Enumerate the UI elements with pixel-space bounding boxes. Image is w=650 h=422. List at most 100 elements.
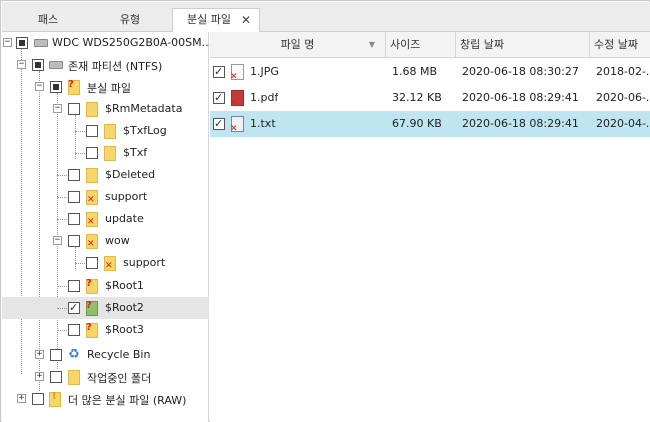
file-row-pdf[interactable]: ✕ 1.pdf 32.12 KB 2020-06-18 08:29:41 202…: [210, 85, 650, 111]
tree-item-label: 더 많은 분실 파일 (RAW): [68, 394, 187, 407]
tree-checkbox[interactable]: [86, 147, 98, 159]
folder-icon: [104, 124, 116, 139]
tree-row-txflog[interactable]: $TxfLog: [2, 120, 209, 142]
lost-folder-icon: ?: [68, 80, 80, 95]
tree-checkbox[interactable]: [50, 349, 62, 361]
folder-icon: [86, 102, 98, 117]
tree-checkbox[interactable]: [32, 59, 44, 71]
tree-checkbox[interactable]: [86, 257, 98, 269]
tree-row-txf[interactable]: $Txf: [2, 142, 209, 164]
collapse-icon[interactable]: −: [17, 60, 26, 69]
tab-type-label: 유형: [119, 13, 141, 26]
file-list: 파일 명 ▼ 사이즈 창립 날짜 수정 날짜 ✕ 1.JPG 1.68 MB 2…: [210, 32, 650, 422]
tree-checkbox[interactable]: [50, 371, 62, 383]
tab-lost-files[interactable]: 분실 파일 ✕: [172, 8, 260, 33]
tree-item-label: $Root1: [105, 279, 144, 292]
tree-row-wow[interactable]: − ✕ wow: [2, 230, 209, 252]
tree-item-label: $Deleted: [105, 168, 156, 181]
tree-row-root2[interactable]: ? $Root2: [2, 297, 209, 319]
tree-row-support[interactable]: ✕ support: [2, 186, 209, 208]
file-checkbox[interactable]: [213, 65, 225, 78]
close-icon[interactable]: ✕: [241, 9, 251, 31]
column-header-modified[interactable]: 수정 날짜: [590, 32, 650, 58]
tree-row-disk[interactable]: − WDC WDS250G2B0A-00SM...: [2, 32, 213, 54]
tree-row-recycle-bin[interactable]: + ♻ Recycle Bin: [2, 344, 209, 366]
tab-path-label: 패스: [37, 13, 59, 26]
partition-icon: [49, 61, 63, 69]
tree-checkbox[interactable]: [68, 280, 80, 292]
deleted-folder-icon: ✕: [86, 212, 98, 227]
collapse-icon[interactable]: −: [35, 82, 44, 91]
collapse-icon[interactable]: −: [3, 38, 12, 47]
file-created: 2020-06-18 08:29:41: [462, 91, 579, 104]
deleted-folder-icon: ✕: [104, 256, 116, 271]
column-header-modified-label: 수정 날짜: [594, 38, 638, 51]
tree-checkbox[interactable]: [50, 81, 62, 93]
column-header-size[interactable]: 사이즈: [386, 32, 456, 58]
file-size: 1.68 MB: [392, 65, 438, 78]
file-row-jpg[interactable]: ✕ 1.JPG 1.68 MB 2020-06-18 08:30:27 2018…: [210, 59, 650, 85]
file-checkbox[interactable]: [213, 117, 225, 130]
file-name: 1.txt: [250, 117, 276, 130]
tree-row-root3[interactable]: ? $Root3: [2, 319, 209, 341]
file-name: 1.pdf: [250, 91, 279, 104]
tree-item-label: wow: [105, 234, 130, 247]
tab-type[interactable]: 유형: [90, 9, 170, 33]
tree-item-label: $Root2: [105, 301, 144, 314]
tree-row-update[interactable]: ✕ update: [2, 208, 209, 230]
folder-icon: [104, 146, 116, 161]
tree-item-label: update: [105, 212, 144, 225]
tree-checkbox[interactable]: [68, 235, 80, 247]
tree-checkbox[interactable]: [86, 125, 98, 137]
tree-item-label: support: [123, 256, 166, 269]
tree-checkbox[interactable]: [68, 103, 80, 115]
file-list-header: 파일 명 ▼ 사이즈 창립 날짜 수정 날짜: [210, 32, 650, 58]
jpg-file-icon: ✕: [230, 64, 244, 82]
tree-row-lost-files[interactable]: − ? 분실 파일: [2, 76, 209, 98]
tree-item-label: 분실 파일: [87, 82, 131, 95]
tree-row-raw-files[interactable]: + ! 더 많은 분실 파일 (RAW): [2, 388, 209, 410]
file-size: 32.12 KB: [392, 91, 442, 104]
file-created: 2020-06-18 08:29:41: [462, 117, 579, 130]
tree-row-deleted[interactable]: $Deleted: [2, 164, 209, 186]
deleted-folder-icon: ✕: [86, 190, 98, 205]
expand-icon[interactable]: +: [17, 394, 26, 403]
sort-desc-icon: ▼: [368, 40, 375, 49]
deleted-folder-icon: ✕: [86, 234, 98, 249]
file-modified: 2020-04-...: [596, 117, 650, 130]
tree-row-rmmetadata[interactable]: − $RmMetadata: [2, 98, 209, 120]
tree-item-label: support: [105, 190, 148, 203]
tree-checkbox[interactable]: [68, 213, 80, 225]
expand-icon[interactable]: +: [35, 350, 44, 359]
tree-checkbox[interactable]: [68, 324, 80, 336]
tab-bar: 패스 유형 분실 파일 ✕: [2, 2, 650, 33]
tree-checkbox[interactable]: [32, 393, 44, 405]
file-row-txt[interactable]: ✕ 1.txt 67.90 KB 2020-06-18 08:29:41 202…: [210, 111, 650, 137]
column-header-name[interactable]: 파일 명 ▼: [210, 32, 386, 58]
collapse-icon[interactable]: −: [53, 236, 62, 245]
tree-row-root1[interactable]: ? $Root1: [2, 275, 209, 297]
tree-checkbox[interactable]: [16, 37, 28, 49]
file-name: 1.JPG: [250, 65, 279, 78]
file-modified: 2020-06-...: [596, 91, 650, 104]
app-window: 패스 유형 분실 파일 ✕ − WDC WDS250G2B0A-00SM... −…: [0, 0, 650, 422]
folder-tree: − WDC WDS250G2B0A-00SM... − 존재 파티션 (NTFS…: [2, 32, 213, 422]
raw-files-icon: !: [49, 392, 61, 407]
disk-icon: [34, 39, 48, 47]
column-header-created[interactable]: 창립 날짜: [456, 32, 590, 58]
tree-item-label: $RmMetadata: [105, 102, 183, 115]
tree-checkbox[interactable]: [68, 191, 80, 203]
tree-checkbox[interactable]: [68, 301, 80, 314]
tree-item-label: WDC WDS250G2B0A-00SM...: [52, 36, 213, 49]
tab-lost-files-label: 분실 파일: [187, 13, 231, 26]
pdf-file-icon: ✕: [230, 90, 244, 108]
expand-icon[interactable]: +: [35, 372, 44, 381]
tree-row-partition[interactable]: − 존재 파티션 (NTFS): [2, 54, 209, 76]
tree-checkbox[interactable]: [68, 169, 80, 181]
collapse-icon[interactable]: −: [53, 104, 62, 113]
tree-row-wow-support[interactable]: ✕ support: [2, 252, 209, 274]
tree-row-working-folder[interactable]: + 작업중인 폴더: [2, 366, 209, 388]
file-checkbox[interactable]: [213, 91, 225, 104]
column-header-name-label: 파일 명: [280, 38, 315, 51]
tab-path[interactable]: 패스: [8, 9, 88, 33]
